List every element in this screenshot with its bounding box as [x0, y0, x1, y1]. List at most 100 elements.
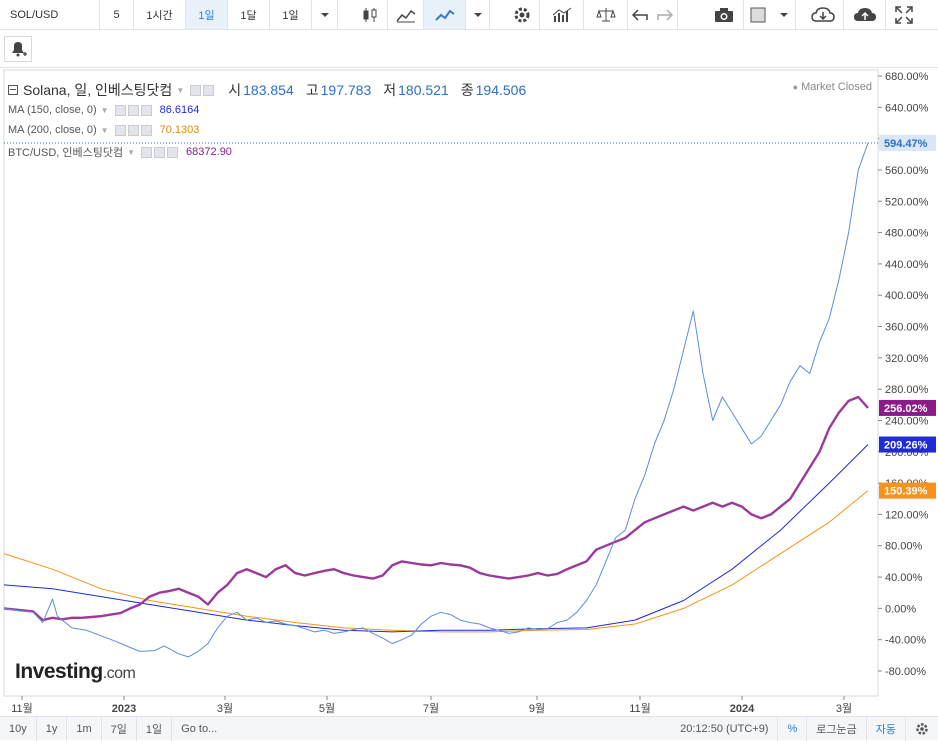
price-tick-label: 680.00% — [885, 71, 929, 83]
price-tick-label: 520.00% — [885, 196, 929, 208]
ma150-name: MA (150, close, 0) — [8, 104, 97, 116]
status-dot-icon: ● — [792, 82, 799, 92]
price-tick-label: 480.00% — [885, 228, 929, 240]
range-7d[interactable]: 7일 — [102, 716, 137, 741]
chart-area[interactable]: 680.00%640.00%600.00%560.00%520.00%480.0… — [0, 68, 938, 716]
high-value: 197.783 — [320, 82, 372, 98]
bottom-bar: 10y 1y 1m 7일 1일 Go to... 20:12:50 (UTC+9… — [0, 716, 938, 741]
chevron-down-icon[interactable]: ▼ — [176, 86, 184, 95]
interval-1mo[interactable]: 1달 — [228, 0, 270, 29]
open-label: 시 — [228, 82, 242, 98]
cloud-download-icon[interactable] — [802, 0, 844, 29]
clock-time: 20:12:50 (UTC+9) — [671, 716, 779, 741]
close-icon[interactable] — [140, 124, 152, 136]
redo-icon[interactable] — [652, 0, 678, 29]
eye-icon[interactable] — [141, 146, 153, 158]
chart-type-chevron-down-icon[interactable] — [466, 0, 490, 29]
price-tick-label: 320.00% — [885, 353, 929, 365]
price-badge-label: 594.47% — [884, 138, 928, 150]
bar-chart-icon[interactable] — [540, 0, 584, 29]
range-1d[interactable]: 1일 — [137, 716, 173, 741]
main-series-name: Solana, 일, 인베스팅닷컴 — [23, 82, 173, 98]
btc-legend: BTC/USD, 인베스팅닷컴 ▼ 68372.90 — [8, 144, 232, 160]
time-tick-label: 11월 — [629, 702, 651, 715]
percent-toggle[interactable]: % — [778, 716, 808, 741]
drawing-subbar — [0, 30, 938, 68]
price-badge-label: 209.26% — [884, 440, 928, 452]
camera-icon[interactable] — [704, 0, 744, 29]
time-tick-label: 3월 — [217, 702, 233, 715]
btc-name: BTC/USD, 인베스팅닷컴 — [8, 147, 124, 159]
area-chart-icon[interactable] — [388, 0, 424, 29]
time-tick-label: 3월 — [836, 702, 852, 715]
line-chart-icon[interactable] — [424, 0, 466, 29]
toolbar-gap — [338, 0, 352, 29]
interval-1d[interactable]: 1일 — [186, 0, 228, 29]
cloud-upload-icon[interactable] — [844, 0, 886, 29]
close-icon[interactable] — [167, 146, 179, 158]
time-tick-label: 5월 — [319, 702, 335, 715]
symbol-field[interactable]: SOL/USD — [0, 0, 100, 29]
gear-icon[interactable] — [127, 104, 139, 116]
chevron-down-icon[interactable]: ▼ — [127, 148, 135, 157]
btc-value: 68372.90 — [186, 146, 232, 158]
color-chevron-down-icon[interactable] — [772, 0, 796, 29]
ma150-legend: MA (150, close, 0) ▼ 86.6164 — [8, 104, 199, 116]
gear-icon[interactable] — [127, 124, 139, 136]
ma200-value: 70.1303 — [159, 124, 200, 136]
bottom-right-group: 20:12:50 (UTC+9) % 로그눈금 자동 — [671, 716, 938, 741]
interval-5[interactable]: 5 — [100, 0, 134, 29]
price-tick-label: 440.00% — [885, 259, 929, 271]
main-series-legend: Solana, 일, 인베스팅닷컴 ▼ 시 183.854 고 197.783 저 1… — [8, 80, 538, 100]
interval-1d-dropdown[interactable]: 1일 — [270, 0, 312, 29]
scale-icon[interactable] — [584, 0, 628, 29]
time-tick-label: 7월 — [423, 702, 439, 715]
ma200-legend: MA (200, close, 0) ▼ 70.1303 — [8, 124, 199, 136]
goto-button[interactable]: Go to... — [172, 717, 226, 741]
gear-icon[interactable] — [504, 0, 540, 29]
price-tick-label: 360.00% — [885, 322, 929, 334]
range-1m[interactable]: 1m — [67, 716, 102, 741]
low-label: 저 — [383, 82, 397, 98]
close-value: 194.506 — [475, 82, 527, 98]
investing-logo: Investing.com — [15, 660, 136, 684]
high-label: 고 — [305, 82, 319, 98]
auto-scale-toggle[interactable]: 자동 — [867, 716, 906, 741]
price-chart[interactable]: 680.00%640.00%600.00%560.00%520.00%480.0… — [0, 68, 938, 716]
eye-icon[interactable] — [114, 104, 126, 116]
time-tick-label: 11월 — [11, 702, 33, 715]
eye-icon[interactable] — [190, 84, 202, 96]
close-label: 종 — [460, 82, 474, 98]
gear-icon[interactable] — [154, 146, 166, 158]
close-icon[interactable] — [140, 104, 152, 116]
color-box-icon[interactable] — [744, 0, 772, 29]
ma200-name: MA (200, close, 0) — [8, 124, 97, 136]
logo-name: Investing — [15, 660, 103, 683]
undo-icon[interactable] — [628, 0, 652, 29]
fullscreen-icon[interactable] — [886, 0, 922, 29]
eye-icon[interactable] — [114, 124, 126, 136]
open-value: 183.854 — [243, 82, 294, 98]
log-scale-toggle[interactable]: 로그눈금 — [807, 716, 867, 741]
interval-chevron-down-icon[interactable] — [312, 0, 338, 29]
chevron-down-icon[interactable]: ▼ — [101, 106, 109, 115]
interval-1h[interactable]: 1시간 — [134, 0, 186, 29]
price-tick-label: 400.00% — [885, 290, 929, 302]
price-badge-label: 150.39% — [884, 486, 928, 498]
ma150-value: 86.6164 — [159, 104, 200, 116]
collapse-icon[interactable] — [8, 85, 18, 95]
add-alert-button[interactable] — [4, 36, 32, 62]
chevron-down-icon[interactable]: ▼ — [101, 126, 109, 135]
gear-icon[interactable] — [906, 717, 938, 741]
price-tick-label: 640.00% — [885, 102, 929, 114]
market-status-text: Market Closed — [801, 81, 872, 93]
price-tick-label: -40.00% — [885, 635, 926, 647]
market-status: ● Market Closed — [793, 81, 872, 93]
price-tick-label: 280.00% — [885, 384, 929, 396]
price-badge-label: 256.02% — [884, 403, 928, 415]
gear-icon[interactable] — [203, 84, 215, 96]
price-tick-label: 80.00% — [885, 541, 923, 553]
candlestick-icon[interactable] — [352, 0, 388, 29]
range-1y[interactable]: 1y — [37, 716, 68, 741]
range-10y[interactable]: 10y — [0, 716, 37, 741]
